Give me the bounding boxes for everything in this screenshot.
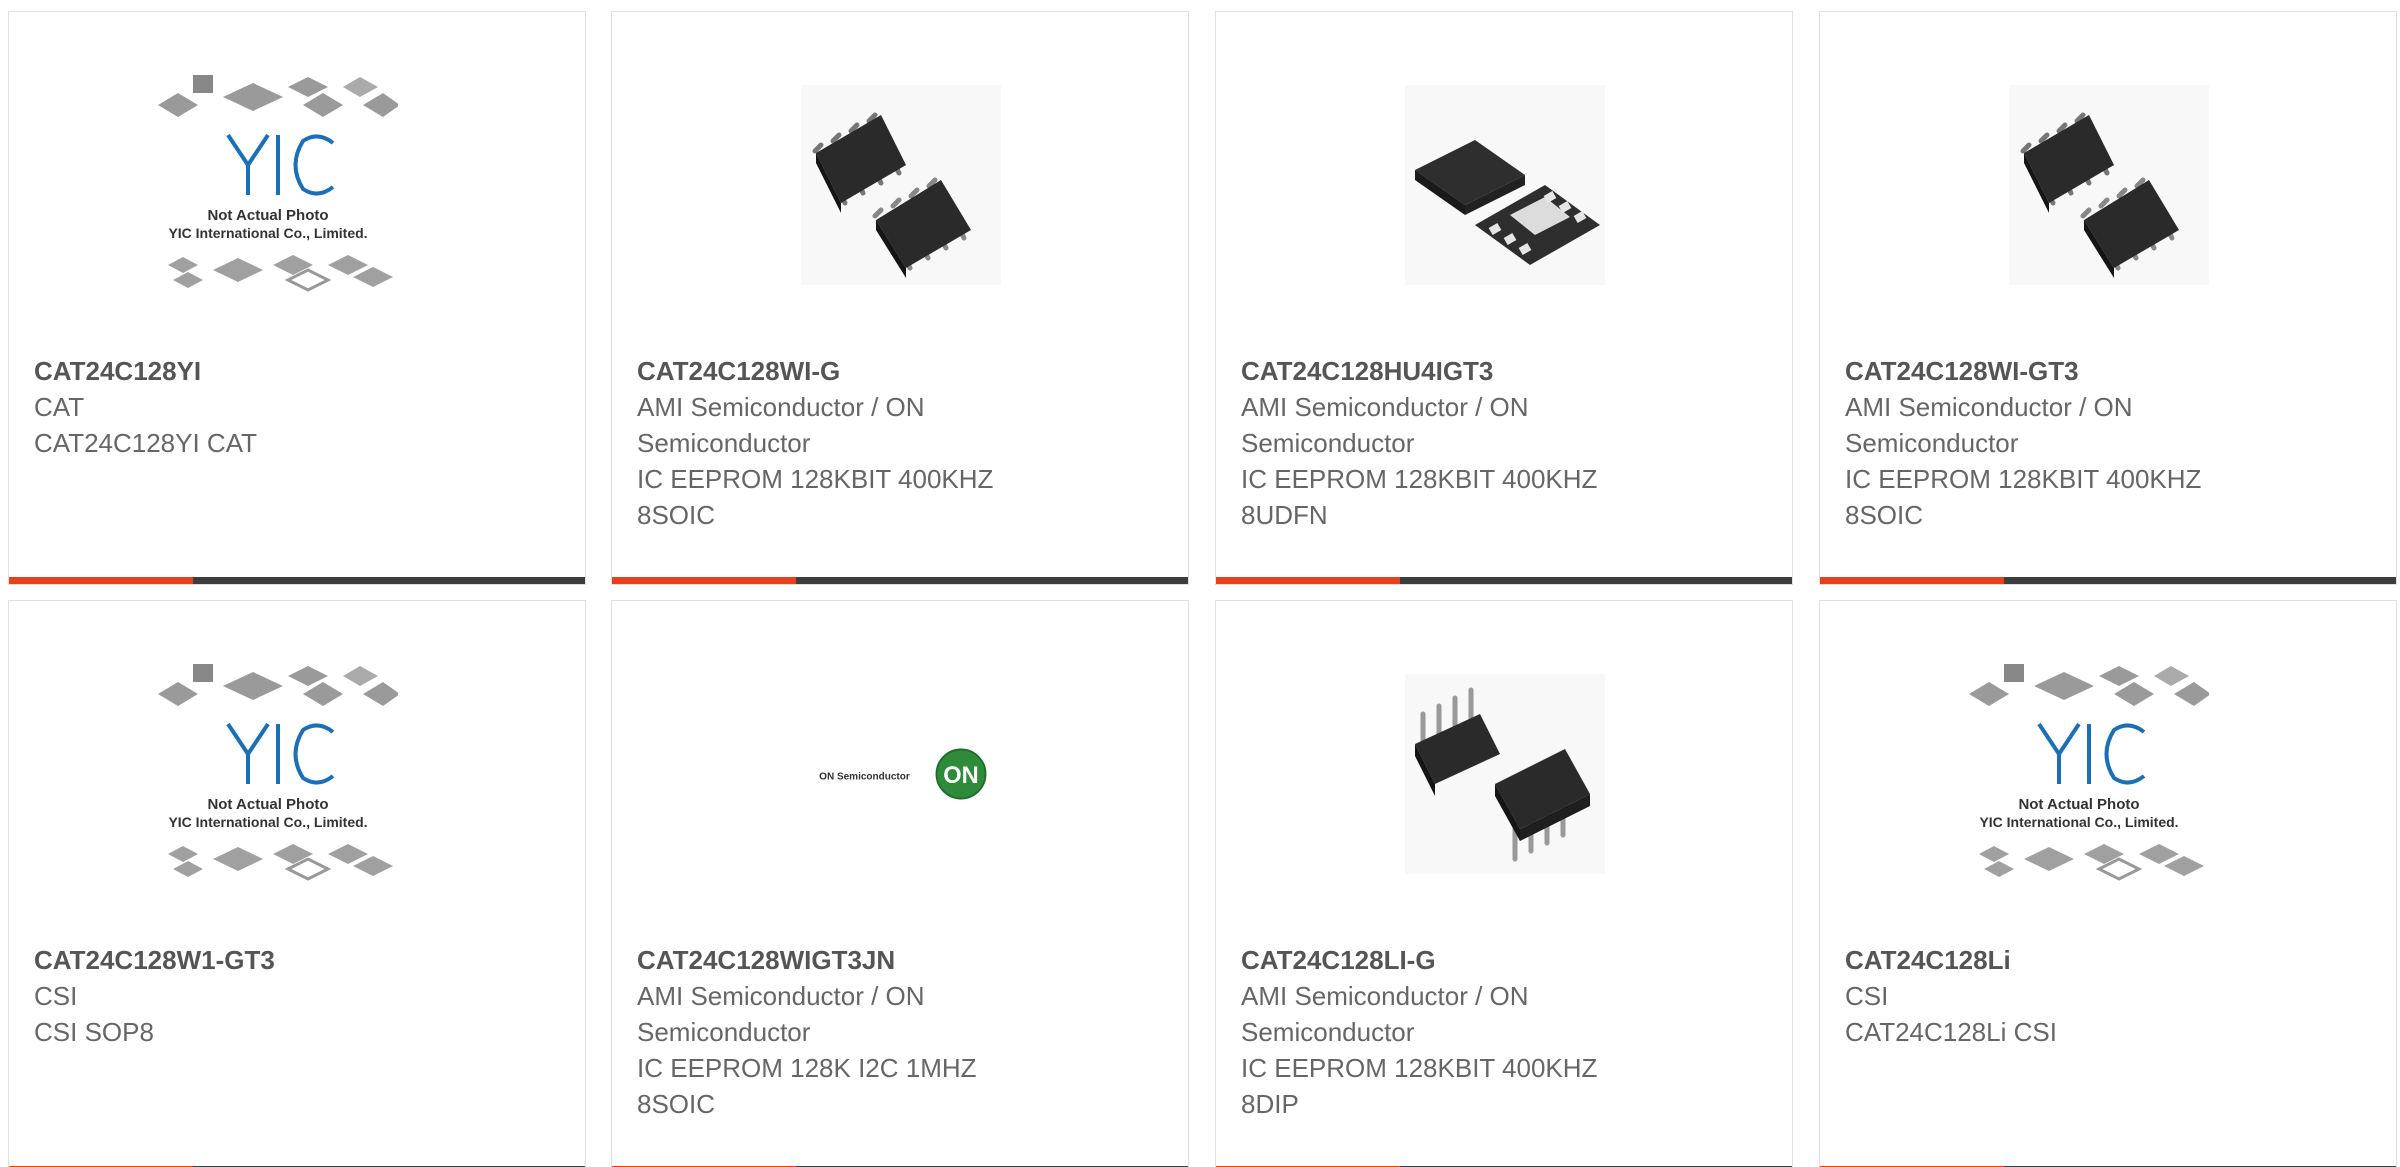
manufacturer: AMI Semiconductor / ON Semiconductor	[637, 981, 925, 1047]
part-number[interactable]: CAT24C128WI-G	[637, 353, 1057, 389]
description: IC EEPROM 128K I2C 1MHZ 8SOIC	[637, 1053, 977, 1119]
product-image: ON Semiconductor ON	[801, 674, 1001, 874]
card-accent-bar	[1216, 577, 1400, 584]
card-accent-bar	[1820, 577, 2004, 584]
placeholder-caption-line2: YIC International Co., Limited.	[168, 225, 367, 241]
product-image: Not Actual Photo YIC International Co., …	[158, 664, 398, 881]
product-card[interactable]: CAT24C128HU4IGT3 AMI Semiconductor / ON …	[1215, 11, 1793, 585]
on-semiconductor-wordmark: ON Semiconductor	[819, 771, 910, 782]
description: IC EEPROM 128KBIT 400KHZ 8UDFN	[1241, 464, 1598, 530]
product-image	[2009, 85, 2209, 285]
product-image	[1405, 674, 1605, 874]
part-number[interactable]: CAT24C128WI-GT3	[1845, 353, 2265, 389]
dip8-chip-image	[1405, 674, 1605, 874]
yic-logo	[226, 722, 335, 785]
udfn8-chip-image	[1405, 85, 1605, 285]
product-card[interactable]: CAT24C128WI-GT3 AMI Semiconductor / ON S…	[1819, 11, 2397, 585]
product-grid: Not Actual Photo YIC International Co., …	[0, 0, 2400, 1167]
not-actual-photo-image: Not Actual Photo YIC International Co., …	[158, 664, 398, 881]
part-number[interactable]: CAT24C128Li	[1845, 942, 2265, 978]
soic8-chip-image	[2009, 85, 2209, 285]
manufacturer: AMI Semiconductor / ON Semiconductor	[1845, 392, 2133, 458]
manufacturer: CAT	[34, 392, 85, 422]
product-card[interactable]: CAT24C128LI-G AMI Semiconductor / ON Sem…	[1215, 600, 1793, 1167]
description: CAT24C128Li CSI	[1845, 1017, 2057, 1047]
description: IC EEPROM 128KBIT 400KHZ 8SOIC	[637, 464, 994, 530]
manufacturer: AMI Semiconductor / ON Semiconductor	[1241, 981, 1529, 1047]
placeholder-caption-line1: Not Actual Photo	[207, 796, 328, 813]
yic-logo	[226, 133, 335, 196]
placeholder-caption-line2: YIC International Co., Limited.	[1979, 814, 2178, 830]
part-number[interactable]: CAT24C128WIGT3JN	[637, 942, 1057, 978]
not-actual-photo-image: Not Actual Photo YIC International Co., …	[158, 75, 398, 292]
part-number[interactable]: CAT24C128HU4IGT3	[1241, 353, 1661, 389]
not-actual-photo-image: Not Actual Photo YIC International Co., …	[1969, 664, 2209, 881]
description: CSI SOP8	[34, 1017, 154, 1047]
on-semiconductor-logo: ON Semiconductor ON	[819, 748, 987, 800]
card-accent-bar	[9, 577, 193, 584]
placeholder-caption-line2: YIC International Co., Limited.	[168, 814, 367, 830]
product-card[interactable]: Not Actual Photo YIC International Co., …	[8, 600, 586, 1167]
on-badge-text: ON	[943, 763, 978, 789]
part-number[interactable]: CAT24C128W1-GT3	[34, 942, 454, 978]
product-image: Not Actual Photo YIC International Co., …	[1969, 664, 2209, 881]
card-accent-bar	[612, 577, 796, 584]
product-card[interactable]: Not Actual Photo YIC International Co., …	[8, 11, 586, 585]
description: CAT24C128YI CAT	[34, 428, 258, 458]
description: IC EEPROM 128KBIT 400KHZ 8SOIC	[1845, 464, 2202, 530]
product-card[interactable]: CAT24C128WI-G AMI Semiconductor / ON Sem…	[611, 11, 1189, 585]
part-number[interactable]: CAT24C128YI	[34, 353, 454, 389]
part-number[interactable]: CAT24C128LI-G	[1241, 942, 1661, 978]
description: IC EEPROM 128KBIT 400KHZ 8DIP	[1241, 1053, 1598, 1119]
placeholder-caption-line1: Not Actual Photo	[2018, 796, 2139, 813]
manufacturer: AMI Semiconductor / ON Semiconductor	[1241, 392, 1529, 458]
product-image	[801, 85, 1001, 285]
product-card[interactable]: Not Actual Photo YIC International Co., …	[1819, 600, 2397, 1167]
manufacturer: AMI Semiconductor / ON Semiconductor	[637, 392, 925, 458]
product-image	[1405, 85, 1605, 285]
yic-logo	[2037, 722, 2146, 785]
soic8-chip-image	[801, 85, 1001, 285]
product-card[interactable]: ON Semiconductor ON CAT24C128WIGT3JN AMI…	[611, 600, 1189, 1167]
manufacturer: CSI	[34, 981, 78, 1011]
placeholder-caption-line1: Not Actual Photo	[207, 207, 328, 224]
manufacturer: CSI	[1845, 981, 1889, 1011]
product-image: Not Actual Photo YIC International Co., …	[158, 75, 398, 292]
